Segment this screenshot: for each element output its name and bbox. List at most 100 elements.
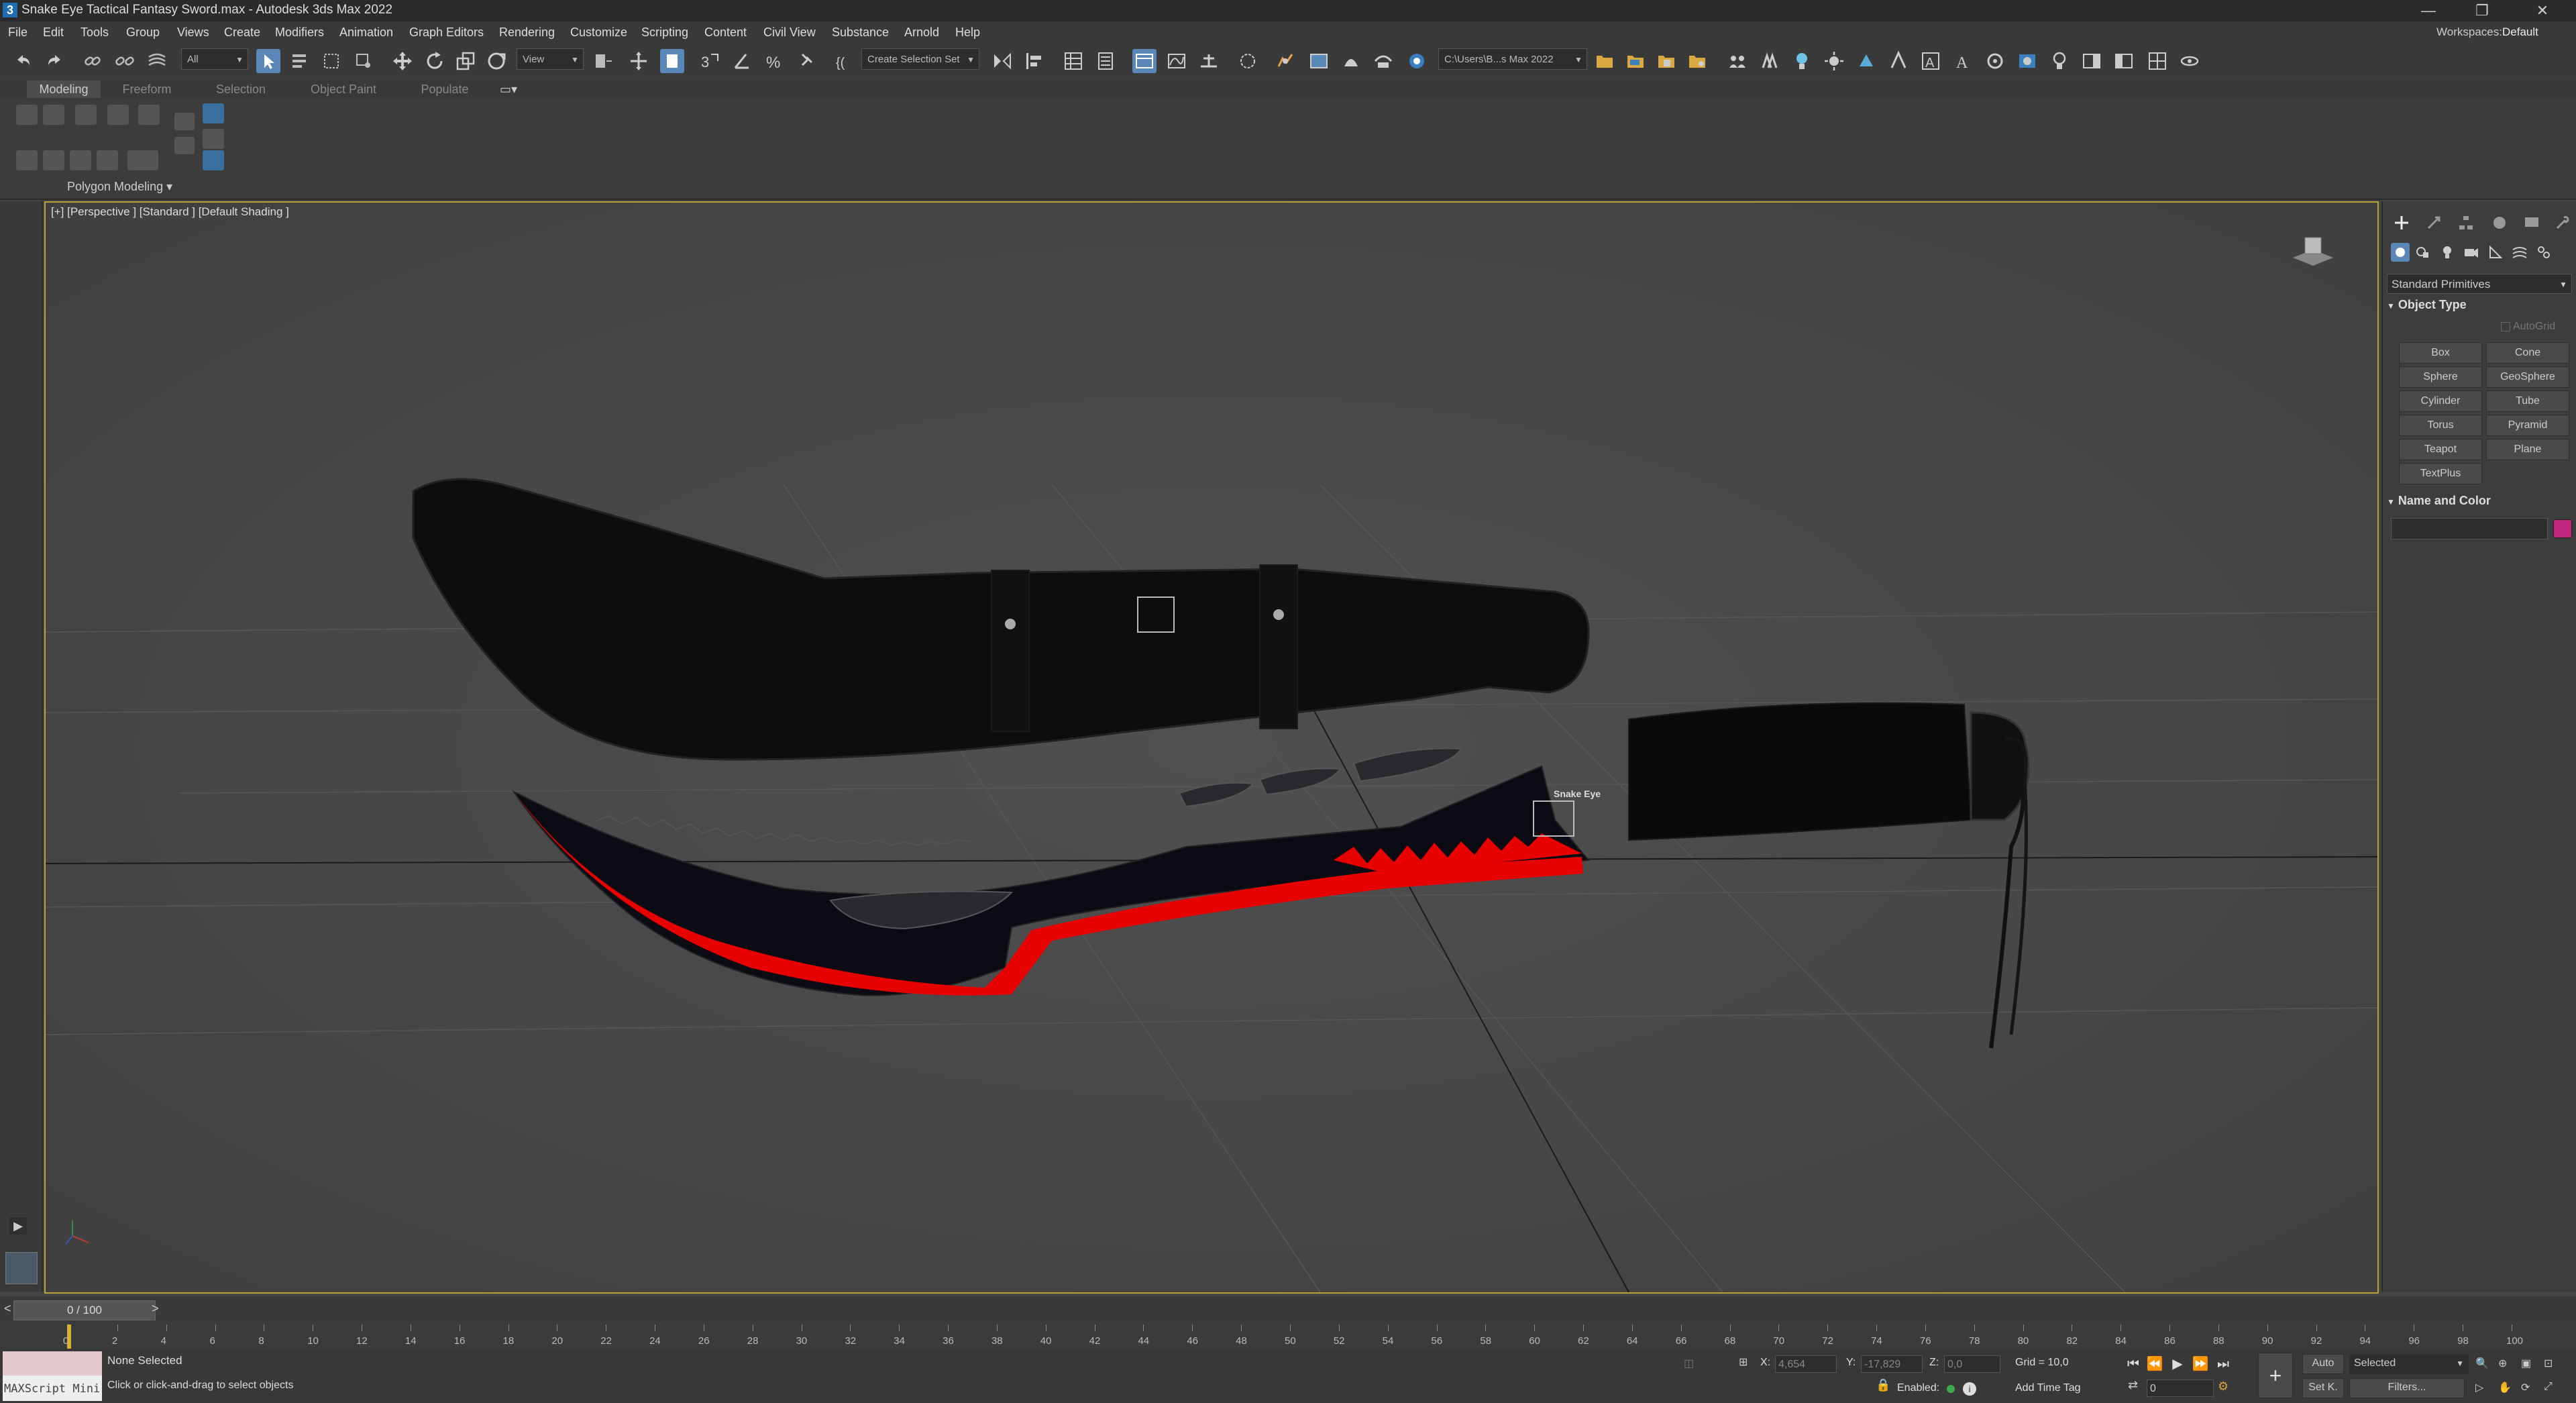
select-by-name-icon[interactable]	[287, 49, 311, 73]
minimize-button[interactable]: —	[2408, 1, 2449, 20]
percent-snap-icon[interactable]: %	[762, 49, 786, 73]
go-to-end-icon[interactable]: ⏭	[2214, 1355, 2233, 1373]
zoom-extents-icon[interactable]: ▣	[2521, 1357, 2537, 1373]
z-coordinate-field[interactable]: 0,0	[1944, 1355, 2000, 1373]
ribbon-tool-icon[interactable]	[203, 150, 224, 170]
window-crossing-icon[interactable]	[352, 49, 376, 73]
close-button[interactable]: ✕	[2522, 1, 2563, 20]
unlink-icon[interactable]	[113, 49, 137, 73]
helpers-category-icon[interactable]	[2486, 243, 2505, 262]
ribbon-tool-icon[interactable]	[43, 150, 64, 170]
time-configuration-icon[interactable]: ⚙	[2218, 1380, 2235, 1397]
menu-animation[interactable]: Animation	[339, 25, 393, 40]
tab-populate[interactable]: Populate	[408, 81, 482, 98]
prev-frame-button[interactable]: <	[4, 1302, 11, 1316]
keyboard-shortcut-override-icon[interactable]	[660, 49, 684, 73]
next-frame-button[interactable]: >	[152, 1302, 159, 1316]
align-icon[interactable]	[1022, 49, 1046, 73]
sun-icon[interactable]	[1822, 49, 1846, 73]
ribbon-tool-icon[interactable]	[203, 103, 224, 123]
motion-tab-icon[interactable]	[2490, 213, 2509, 232]
link-icon[interactable]	[80, 49, 105, 73]
menu-create[interactable]: Create	[224, 25, 260, 40]
curve-editor-icon[interactable]	[1165, 49, 1189, 73]
name-and-color-rollout[interactable]: ▼ Name and Color	[2387, 494, 2572, 508]
menu-views[interactable]: Views	[177, 25, 209, 40]
viewport-layout-tab[interactable]	[5, 1252, 38, 1284]
light-icon[interactable]	[1790, 49, 1814, 73]
textplus-button[interactable]: TextPlus	[2399, 463, 2482, 484]
create-tab-icon[interactable]	[2392, 213, 2411, 232]
undo-icon[interactable]	[11, 49, 35, 73]
bind-space-warp-icon[interactable]	[145, 49, 169, 73]
autogrid-checkbox[interactable]: AutoGrid	[2501, 321, 2555, 333]
menu-scripting[interactable]: Scripting	[641, 25, 688, 40]
menu-rendering[interactable]: Rendering	[499, 25, 555, 40]
zoom-icon[interactable]: 🔍	[2475, 1357, 2491, 1373]
box-button[interactable]: Box	[2399, 342, 2482, 364]
expand-play-icon[interactable]: ▶	[9, 1217, 27, 1235]
material-editor-icon[interactable]	[1236, 49, 1260, 73]
y-coordinate-field[interactable]: -17,829	[1861, 1355, 1923, 1373]
menu-graph-editors[interactable]: Graph Editors	[409, 25, 484, 40]
reactor-icon[interactable]	[1983, 49, 2007, 73]
toggle-ribbon-icon[interactable]	[1132, 49, 1157, 73]
app-icon[interactable]: 3	[3, 3, 17, 17]
torus-button[interactable]: Torus	[2399, 415, 2482, 436]
teapot-button[interactable]: Teapot	[2399, 439, 2482, 460]
tube-button[interactable]: Tube	[2486, 391, 2569, 412]
measure-icon[interactable]	[1886, 49, 1911, 73]
pivot-center-icon[interactable]	[590, 49, 614, 73]
hierarchy-tab-icon[interactable]	[2457, 213, 2475, 232]
render-production-icon[interactable]	[1339, 49, 1363, 73]
current-frame-field[interactable]: 0	[2147, 1380, 2214, 1397]
angle-snap-icon[interactable]	[730, 49, 754, 73]
schematic-view-icon[interactable]	[1197, 49, 1221, 73]
project-folder-icon[interactable]	[1593, 49, 1617, 73]
ribbon-options-icon[interactable]: ▭▾	[496, 81, 521, 98]
play-icon[interactable]: ▶	[2168, 1355, 2187, 1373]
camera-icon[interactable]	[1854, 49, 1878, 73]
absolute-mode-icon[interactable]: ⊞	[1739, 1355, 1754, 1370]
primitive-category-dropdown[interactable]: Standard Primitives ▼	[2387, 274, 2572, 294]
next-frame-icon[interactable]: ⏩	[2191, 1355, 2210, 1373]
space-warps-category-icon[interactable]	[2510, 243, 2529, 262]
selection-filter-dropdown[interactable]: All ▼	[181, 48, 248, 70]
arnold-light-icon[interactable]	[2047, 49, 2072, 73]
timeline-track[interactable]: 0 2 4 6 8 10 12 14 16 18 20 22 24 26 28 30 32 34 36 38 40 42 4…	[0, 1324, 2576, 1349]
menu-arnold[interactable]: Arnold	[904, 25, 939, 40]
filters-button[interactable]: Filters...	[2349, 1378, 2465, 1398]
rendered-frame-window-icon[interactable]	[1307, 49, 1331, 73]
layer-explorer-icon[interactable]	[1093, 49, 1118, 73]
object-type-rollout[interactable]: ▼ Object Type	[2387, 298, 2572, 312]
menu-civil-view[interactable]: Civil View	[763, 25, 816, 40]
maxscript-output[interactable]	[3, 1351, 102, 1375]
ribbon-tool-icon[interactable]	[127, 150, 158, 170]
ribbon-tool-icon[interactable]	[16, 150, 38, 170]
display-tab-icon[interactable]	[2522, 213, 2541, 232]
render-setup-icon[interactable]	[1273, 49, 1297, 73]
move-icon[interactable]	[390, 49, 415, 73]
named-selection-dropdown[interactable]: Create Selection Set ▼	[861, 48, 979, 70]
ribbon-tool-icon[interactable]	[138, 105, 160, 125]
key-mode-icon[interactable]: ⇄	[2128, 1378, 2147, 1397]
zoom-all-icon[interactable]: ⊕	[2498, 1357, 2514, 1373]
add-time-tag[interactable]: Add Time Tag	[2015, 1382, 2081, 1394]
a360-gallery-icon[interactable]	[1405, 49, 1429, 73]
object-color-swatch[interactable]	[2553, 519, 2572, 538]
sphere-button[interactable]: Sphere	[2399, 366, 2482, 388]
timeline-cursor[interactable]	[67, 1324, 71, 1349]
key-filter-dropdown[interactable]: Selected ▼	[2349, 1354, 2469, 1374]
info-icon[interactable]: i	[1963, 1382, 1976, 1396]
arnold-render-icon[interactable]	[2015, 49, 2039, 73]
maximize-button[interactable]: ❐	[2462, 1, 2502, 20]
menu-modifiers[interactable]: Modifiers	[275, 25, 324, 40]
cameras-category-icon[interactable]	[2462, 243, 2481, 262]
folder-settings-icon[interactable]	[1685, 49, 1709, 73]
x-coordinate-field[interactable]: 4,654	[1775, 1355, 1837, 1373]
utilities-tab-icon[interactable]	[2553, 213, 2572, 232]
auto-key-button[interactable]: Auto	[2302, 1354, 2344, 1374]
populate-icon[interactable]	[1725, 49, 1750, 73]
open-folder-icon[interactable]	[1623, 49, 1648, 73]
place-icon[interactable]	[484, 49, 508, 73]
